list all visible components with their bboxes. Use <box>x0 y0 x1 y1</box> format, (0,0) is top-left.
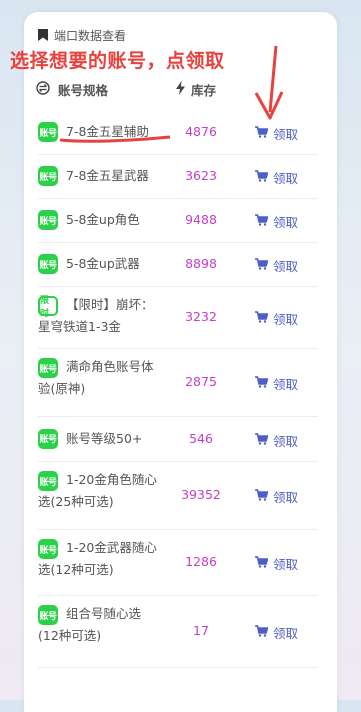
cart-icon <box>255 556 269 571</box>
table-row: 账号 满命角色账号体验(原神) 2875 领取 <box>38 348 318 417</box>
account-tag-icon: 账号 <box>38 539 58 559</box>
cart-icon <box>255 311 269 326</box>
cart-icon <box>255 258 269 273</box>
stock-header: 库存 <box>176 80 216 99</box>
row-stock: 39352 <box>181 487 221 502</box>
row-name-line1: 1-20金武器随心 <box>66 540 157 555</box>
claim-button[interactable]: 领取 <box>255 309 298 328</box>
cart-icon <box>255 170 269 185</box>
row-stock: 9488 <box>185 212 217 227</box>
claim-button[interactable]: 领取 <box>255 487 298 506</box>
account-tag-icon: 账号 <box>38 471 58 491</box>
cart-icon <box>255 376 269 391</box>
cart-icon <box>255 214 269 229</box>
table-row: 账号 组合号随心选 (12种可选) 17 领取 <box>38 595 318 668</box>
account-tag-icon: 账号 <box>38 166 58 186</box>
table-header: 账号规格 库存 <box>24 80 309 100</box>
row-name-line2: 选(12种可选) <box>38 562 114 577</box>
claim-button-label: 领取 <box>273 171 299 186</box>
claim-button-label: 领取 <box>273 215 299 230</box>
row-name-line2: 星穹铁道1-3金 <box>38 319 121 334</box>
row-name-line1: 组合号随心选 <box>66 606 142 621</box>
table-row: 账号 5-8金up武器 8898 领取 <box>38 242 318 287</box>
account-tag-icon: 账号 <box>38 254 58 274</box>
bookmark-icon <box>38 29 48 41</box>
row-name-line2: (12种可选) <box>38 628 102 643</box>
row-name-line2: 选(25种可选) <box>38 494 114 509</box>
row-name-line2: 验(原神) <box>38 381 86 396</box>
row-name: 7-8金五星武器 <box>66 168 149 183</box>
row-stock: 2875 <box>185 374 217 389</box>
cart-icon <box>255 489 269 504</box>
limited-tag-icon: 限时 <box>38 296 58 319</box>
row-stock: 3232 <box>185 309 217 324</box>
row-stock: 3623 <box>185 168 217 183</box>
claim-button-label: 领取 <box>273 433 299 449</box>
account-tag-icon: 账号 <box>38 358 58 378</box>
row-name-line1: 1-20金角色随心 <box>66 472 157 487</box>
card-header: 端口数据查看 <box>38 26 126 44</box>
claim-button[interactable]: 领取 <box>255 431 298 450</box>
cart-icon <box>255 126 269 141</box>
claim-button-label: 领取 <box>273 490 299 505</box>
row-name-line1: 【限时】崩坏： <box>66 297 154 312</box>
account-tag-icon: 账号 <box>38 428 58 449</box>
claim-button-label: 领取 <box>273 626 299 641</box>
stock-header-label: 库存 <box>191 83 217 98</box>
account-tag-icon: 账号 <box>38 210 58 230</box>
claim-button[interactable]: 领取 <box>255 168 298 187</box>
table-row: 账号 1-20金角色随心选(25种可选) 39352 领取 <box>38 461 318 530</box>
row-name-line1: 满命角色账号体 <box>66 359 154 374</box>
table-row: 账号 1-20金武器随心选(12种可选) 1286 领取 <box>38 529 318 596</box>
row-name: 7-8金五星辅助 <box>66 124 149 139</box>
claim-button[interactable]: 领取 <box>255 374 298 393</box>
row-stock: 546 <box>189 430 213 446</box>
spec-header-label: 账号规格 <box>58 83 109 98</box>
row-name: 5-8金up角色 <box>66 212 140 227</box>
claim-button[interactable]: 领取 <box>255 124 298 143</box>
table-row: 账号 5-8金up角色 9488 领取 <box>38 198 318 243</box>
instruction-hint: 选择想要的账号，点领取 <box>10 50 225 72</box>
claim-button-label: 领取 <box>273 259 299 274</box>
spec-header: 账号规格 <box>36 80 108 99</box>
row-stock: 8898 <box>185 256 217 271</box>
row-name: 账号等级50+ <box>66 430 143 446</box>
claim-button[interactable]: 领取 <box>255 256 298 275</box>
claim-button-label: 领取 <box>273 377 299 392</box>
account-tag-icon: 账号 <box>38 122 58 142</box>
row-stock: 4876 <box>185 124 217 139</box>
table-row: 账号 账号等级50+ 546 领取 <box>38 416 318 462</box>
card-title: 端口数据查看 <box>54 28 127 43</box>
table-row: 账号 7-8金五星武器 3623 领取 <box>38 154 318 199</box>
row-stock: 1286 <box>185 554 217 569</box>
table-row: 限时 【限时】崩坏： 星穹铁道1-3金 3232 领取 <box>38 286 318 349</box>
cart-icon <box>255 625 269 640</box>
claim-button-label: 领取 <box>273 557 299 572</box>
account-tag-icon: 账号 <box>38 605 58 625</box>
exchange-icon <box>36 81 50 98</box>
row-name: 5-8金up武器 <box>66 256 140 271</box>
row-stock: 17 <box>193 623 209 638</box>
claim-button[interactable]: 领取 <box>255 554 298 573</box>
claim-button-label: 领取 <box>273 127 299 142</box>
cart-icon <box>255 432 269 448</box>
claim-button[interactable]: 领取 <box>255 212 298 231</box>
table-row: 账号 7-8金五星辅助 4876 领取 <box>38 110 318 155</box>
claim-button-label: 领取 <box>273 312 299 327</box>
bolt-icon <box>176 81 185 98</box>
claim-button[interactable]: 领取 <box>255 623 298 642</box>
